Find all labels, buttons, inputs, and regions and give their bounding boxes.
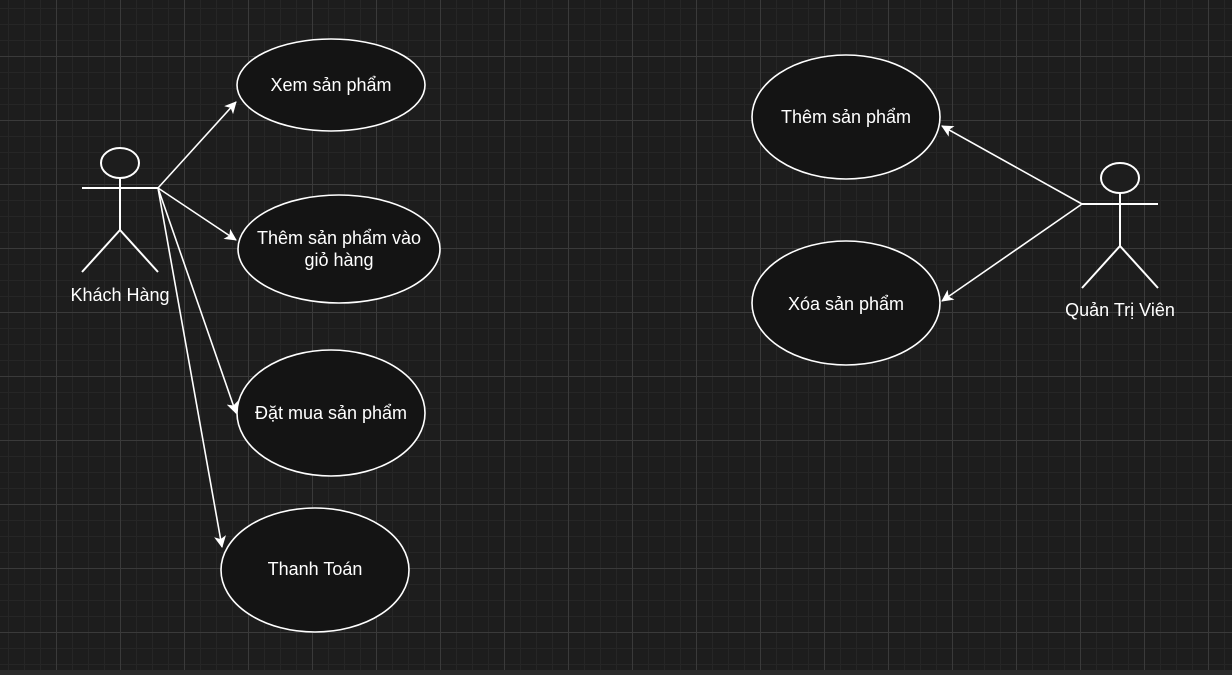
actor-customer-label: Khách Hàng <box>70 285 170 305</box>
use-case-add-to-cart[interactable]: Thêm sản phẩm vào giỏ hàng <box>245 225 433 273</box>
association-payment[interactable] <box>157 187 226 548</box>
association-add-product[interactable] <box>941 125 1083 205</box>
association-add-to-cart[interactable] <box>157 187 237 241</box>
use-case-order-products[interactable]: Đặt mua sản phẩm <box>239 393 423 433</box>
actor-customer-icon[interactable] <box>81 147 159 273</box>
actor-admin-icon[interactable] <box>1081 162 1159 289</box>
use-case-view-products[interactable]: Xem sản phẩm <box>241 65 421 105</box>
use-case-add-product[interactable]: Thêm sản phẩm <box>756 97 936 137</box>
bottom-scrollbar-track <box>0 670 1232 675</box>
use-case-delete-product[interactable]: Xóa sản phẩm <box>756 284 936 324</box>
actor-admin-label: Quản Trị Viên <box>1065 300 1175 320</box>
use-case-payment[interactable]: Thanh Toán <box>225 549 405 589</box>
association-view-products[interactable] <box>157 101 237 189</box>
use-case-diagram <box>81 38 1159 633</box>
association-delete-product[interactable] <box>941 203 1083 302</box>
